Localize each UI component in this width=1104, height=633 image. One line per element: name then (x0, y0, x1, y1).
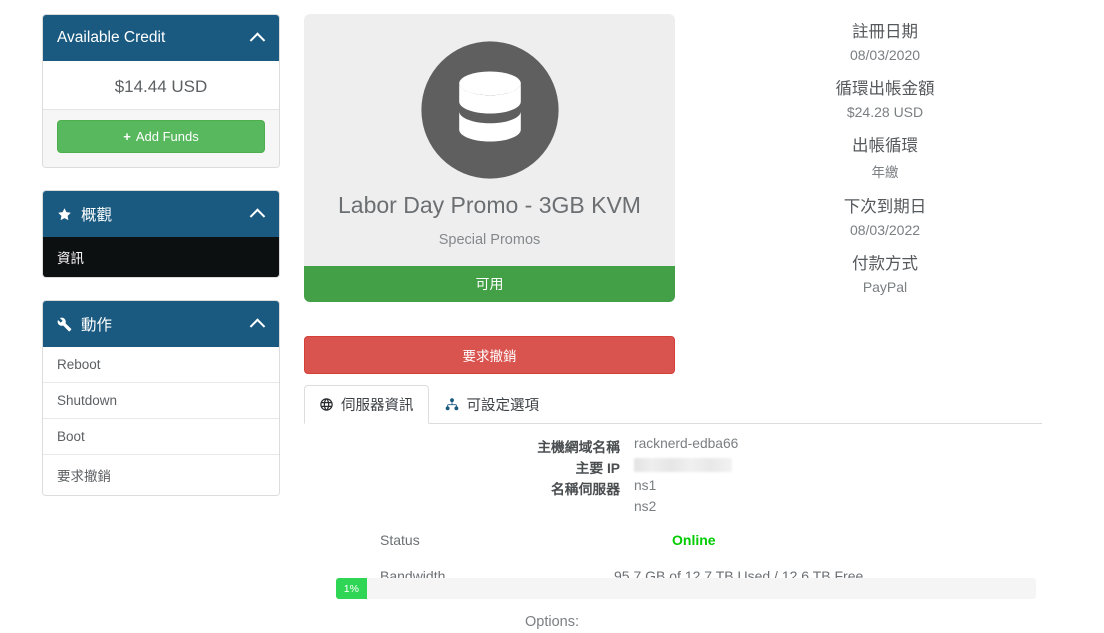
available-credit-panel: Available Credit $14.44 USD + Add Funds (42, 14, 280, 168)
tab-label: 伺服器資訊 (341, 398, 414, 414)
billing-cycle-value: 年繳 (871, 165, 899, 180)
product-card-body: Labor Day Promo - 3GB KVM Special Promos (304, 14, 675, 270)
nameserver-1-value: ns1 (634, 478, 657, 493)
bandwidth-progress-fill: 1% (336, 578, 367, 599)
table-row: 名稱伺服器 ns1 (304, 478, 1042, 498)
next-due-date-label: 下次到期日 (843, 198, 927, 216)
available-credit-header[interactable]: Available Credit (43, 15, 279, 61)
billing-cycle-label: 出帳循環 (852, 137, 918, 155)
options-label: Options: (525, 614, 579, 630)
overview-panel: 概觀 資訊 (42, 190, 280, 278)
status-row: Status Online (304, 532, 1042, 548)
database-icon (420, 41, 559, 179)
wrench-icon (57, 317, 72, 332)
credit-amount: $14.44 USD (43, 61, 279, 110)
sidebar-item-reboot[interactable]: Reboot (43, 347, 279, 383)
chevron-up-icon[interactable] (249, 208, 266, 224)
actions-header[interactable]: 動作 (43, 301, 279, 347)
tabs: 伺服器資訊 可設定選項 (304, 385, 1042, 424)
panel-title: Available Credit (57, 29, 166, 46)
actions-panel: 動作 Reboot Shutdown Boot 要求撤銷 (42, 300, 280, 496)
table-row: ns2 (304, 499, 1042, 514)
sidebar-item-information[interactable]: 資訊 (43, 237, 279, 277)
tabs-container: 伺服器資訊 可設定選項 (304, 385, 1042, 424)
table-row: 主要 IP (304, 457, 1042, 477)
add-funds-button[interactable]: + Add Funds (57, 120, 265, 153)
primary-ip-value (634, 457, 732, 477)
add-funds-label: Add Funds (135, 129, 199, 144)
nameserver-2-value: ns2 (634, 499, 657, 514)
plus-icon: + (123, 129, 131, 144)
billing-info-panel: 註冊日期 08/03/2020 循環出帳金額 $24.28 USD 出帳循環 年… (760, 18, 1010, 307)
page-root: Available Credit $14.44 USD + Add Funds 概… (0, 0, 1104, 633)
sidebar-item-shutdown[interactable]: Shutdown (43, 383, 279, 419)
payment-method-label: 付款方式 (852, 255, 918, 273)
bandwidth-progress-bar: 1% (336, 578, 1036, 599)
product-card: Labor Day Promo - 3GB KVM Special Promos… (304, 14, 675, 302)
payment-method-value: PayPal (862, 279, 908, 295)
tab-label: 可設定選項 (466, 398, 540, 414)
panel-title: 概觀 (81, 207, 113, 224)
chevron-up-icon[interactable] (249, 32, 266, 48)
sidebar-item-boot[interactable]: Boot (43, 419, 279, 455)
registration-date-label: 註冊日期 (852, 23, 918, 41)
product-subtitle: Special Promos (438, 231, 541, 248)
hostname-label: 主機網域名稱 (537, 440, 620, 455)
primary-ip-label: 主要 IP (575, 461, 620, 476)
credit-footer: + Add Funds (43, 110, 279, 167)
sidebar: Available Credit $14.44 USD + Add Funds 概… (42, 14, 280, 518)
redacted-ip (634, 458, 732, 473)
sitemap-icon (444, 397, 460, 412)
nameservers-label: 名稱伺服器 (551, 482, 620, 497)
status-value: Online (672, 532, 716, 548)
tab-configurable-options[interactable]: 可設定選項 (429, 385, 555, 424)
request-cancellation-button[interactable]: 要求撤銷 (304, 336, 675, 374)
product-title: Labor Day Promo - 3GB KVM (338, 192, 641, 218)
chevron-up-icon[interactable] (249, 318, 266, 334)
next-due-date-value: 08/03/2022 (849, 222, 921, 238)
sidebar-item-request-cancellation[interactable]: 要求撤銷 (43, 455, 279, 495)
server-details: 主機網域名稱 racknerd-edba66 主要 IP 名稱伺服器 ns1 n… (304, 436, 1042, 584)
overview-header[interactable]: 概觀 (43, 191, 279, 237)
panel-title: 動作 (81, 317, 113, 334)
star-icon (57, 207, 72, 222)
registration-date-value: 08/03/2020 (849, 47, 921, 63)
status-label: Status (380, 532, 420, 548)
globe-icon (319, 397, 334, 412)
recurring-amount-label: 循環出帳金額 (835, 80, 935, 98)
tab-server-information[interactable]: 伺服器資訊 (304, 385, 429, 424)
table-row: 主機網域名稱 racknerd-edba66 (304, 436, 1042, 456)
hostname-value: racknerd-edba66 (634, 436, 739, 451)
product-status-bar: 可用 (304, 265, 675, 302)
recurring-amount-value: $24.28 USD (846, 104, 924, 120)
nameservers-label-blank (304, 499, 634, 514)
